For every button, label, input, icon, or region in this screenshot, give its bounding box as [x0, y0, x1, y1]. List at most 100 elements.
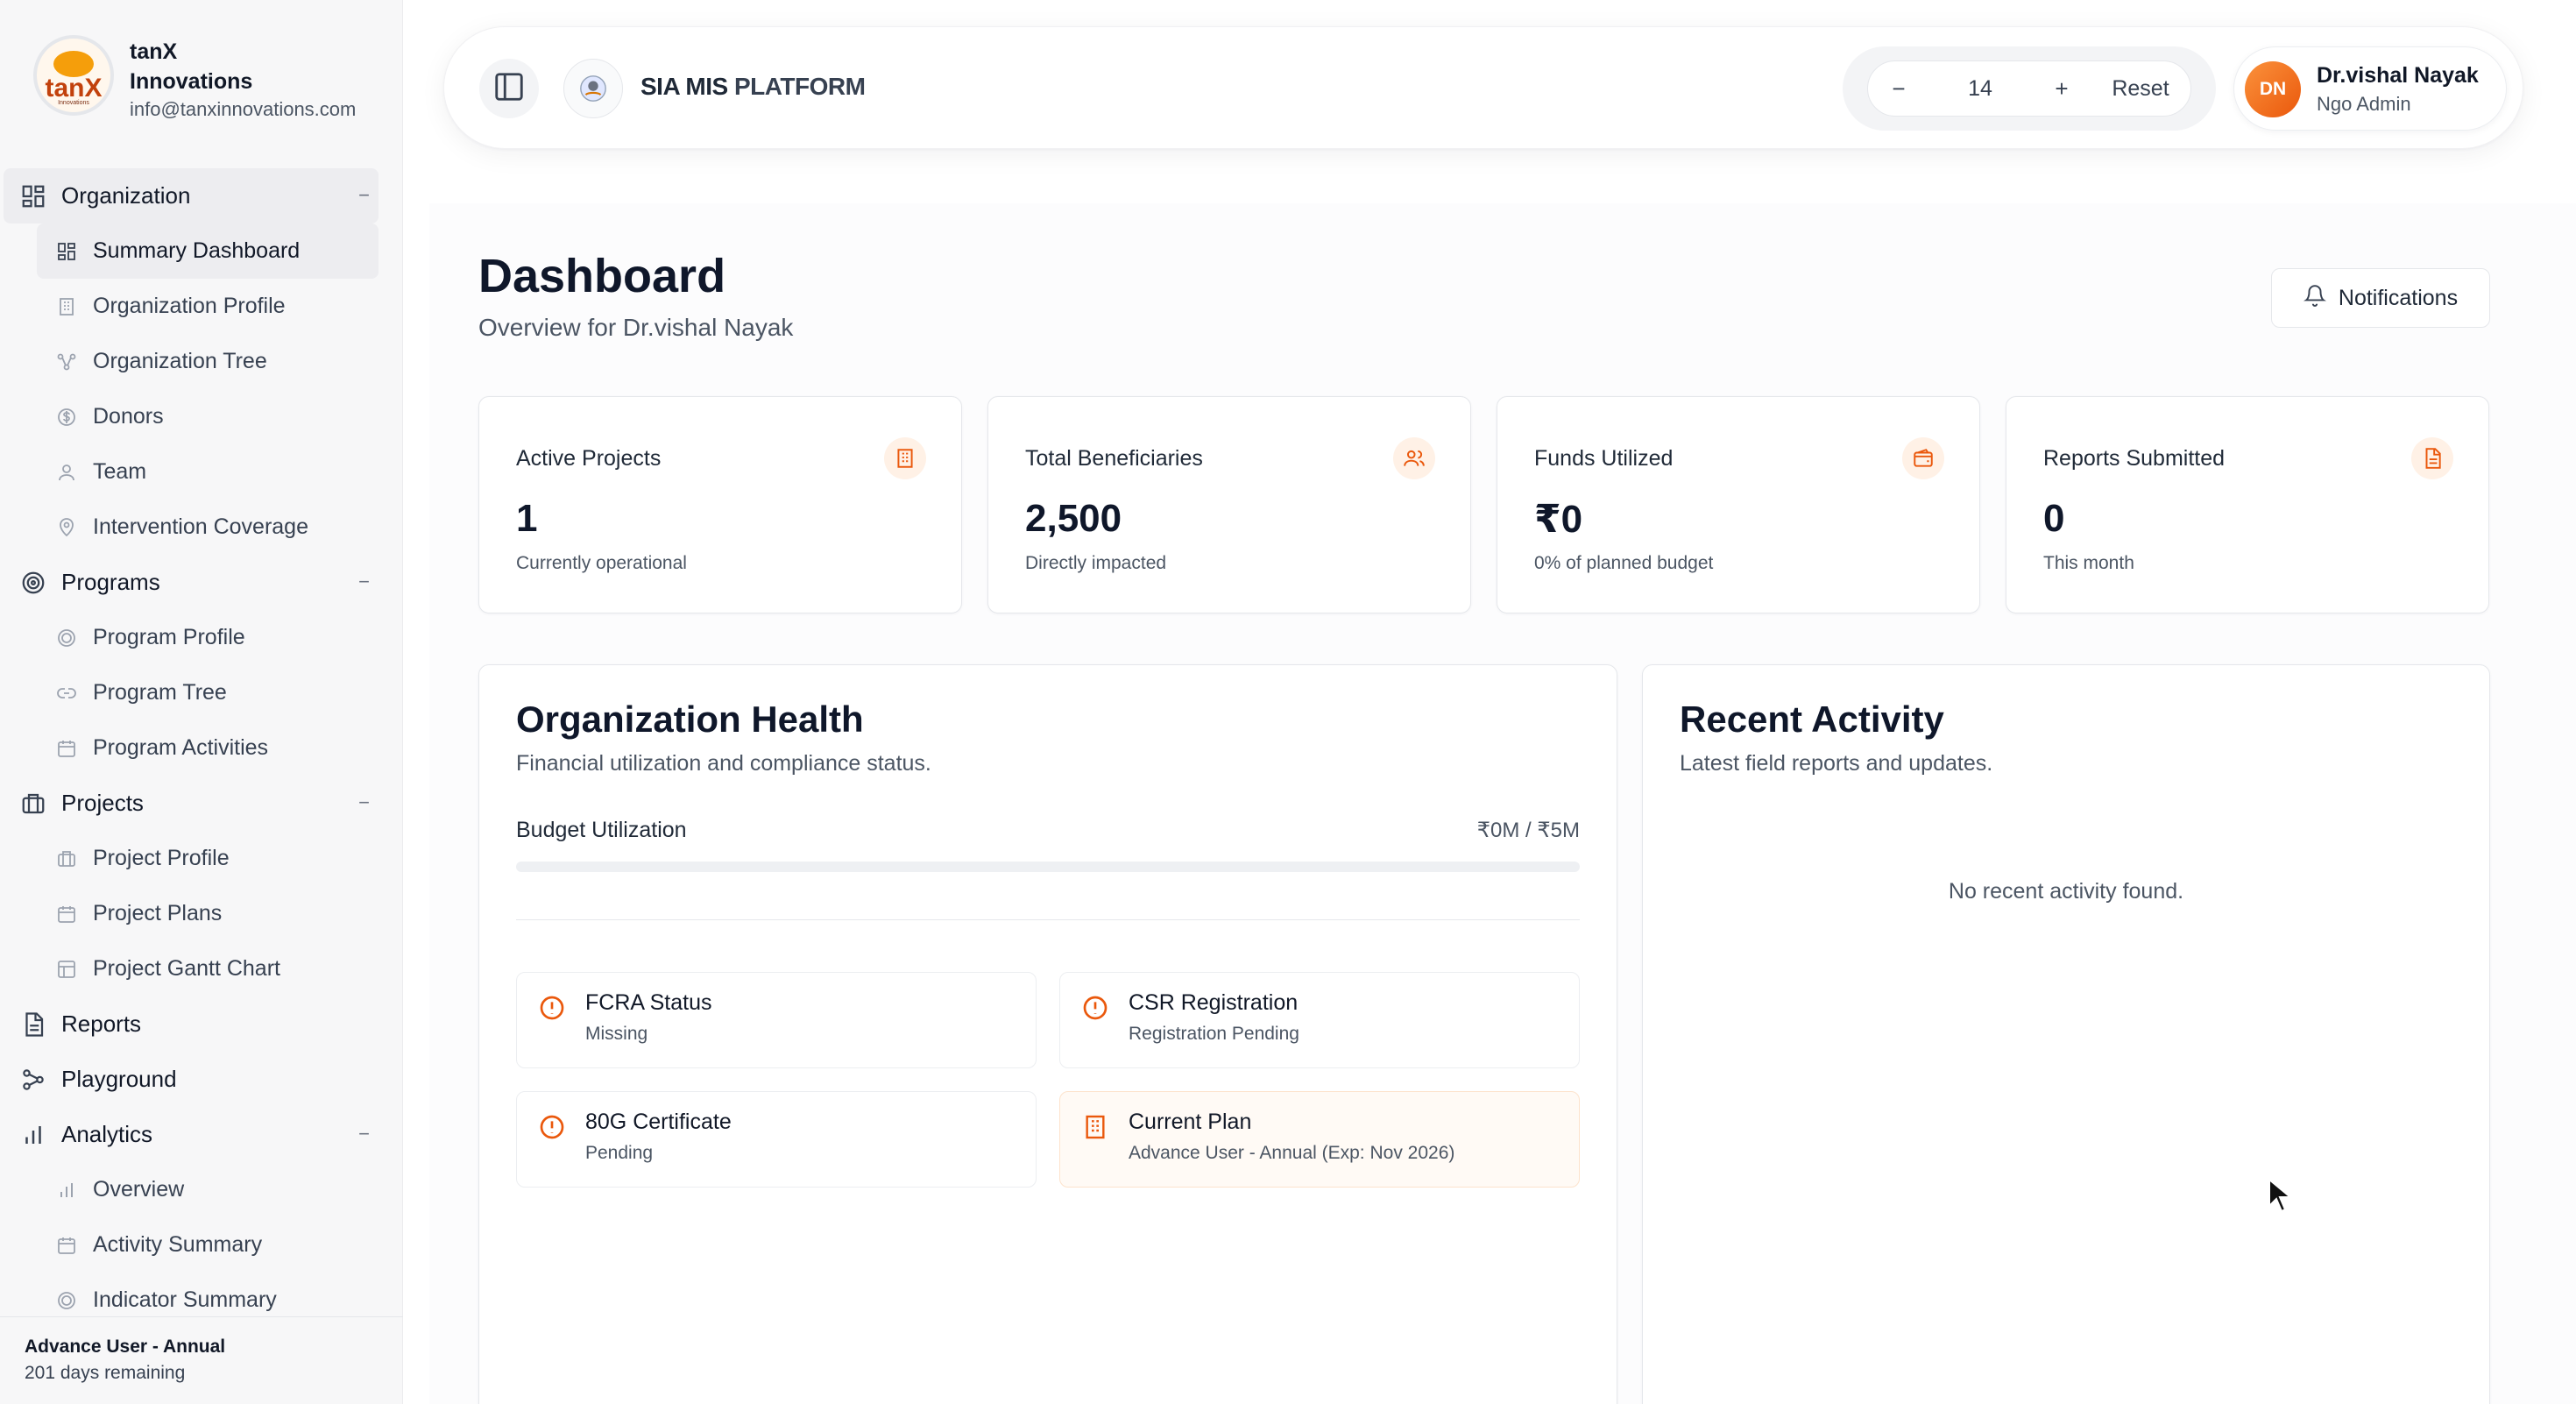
sidebar-item-team[interactable]: Team: [37, 444, 379, 500]
dashboard-icon: [54, 239, 79, 264]
workflow-icon: [18, 1064, 49, 1096]
org-name-line2: Innovations: [130, 69, 253, 94]
font-increase-button[interactable]: +: [2031, 75, 2092, 103]
collapse-icon[interactable]: −: [358, 791, 370, 814]
divider: [516, 919, 1580, 920]
collapse-icon[interactable]: −: [358, 184, 370, 207]
sidebar-item-program-activities[interactable]: Program Activities: [37, 720, 379, 776]
panel-subtitle: Latest field reports and updates.: [1680, 751, 1993, 776]
sidebar-item-organization-profile[interactable]: Organization Profile: [37, 279, 379, 334]
stat-card-funds-utilized: Funds Utilized ₹0 0% of planned budget: [1497, 396, 1980, 613]
sidebar-item-summary-dashboard[interactable]: Summary Dashboard: [37, 223, 379, 279]
calendar-icon: [54, 736, 79, 761]
calendar-icon: [54, 902, 79, 926]
stat-value: 2,500: [1025, 497, 1122, 540]
tree-icon: [54, 350, 79, 374]
mouse-cursor-icon: [2268, 1177, 2294, 1217]
budget-utilization-label: Budget Utilization: [516, 818, 687, 842]
font-size-value: 14: [1968, 75, 1992, 101]
sidebar-item-activity-summary[interactable]: Activity Summary: [37, 1217, 379, 1273]
panel-left-icon: [492, 70, 526, 108]
document-icon: [18, 1009, 49, 1040]
target-icon: [18, 567, 49, 599]
font-decrease-button[interactable]: −: [1868, 75, 1929, 103]
users-icon: [1393, 437, 1435, 479]
sidebar-item-intervention-coverage[interactable]: Intervention Coverage: [37, 500, 379, 555]
font-reset-button[interactable]: Reset: [2092, 76, 2189, 102]
user-role: Ngo Admin: [2317, 93, 2411, 115]
alert-circle-icon: [536, 992, 568, 1024]
table-icon: [54, 957, 79, 982]
current-plan-tile[interactable]: Current Plan Advance User - Annual (Exp:…: [1059, 1091, 1580, 1188]
alert-circle-icon: [536, 1111, 568, 1143]
stat-value: ₹0: [1534, 498, 1583, 541]
sidebar-item-project-profile[interactable]: Project Profile: [37, 831, 379, 886]
compliance-tile-fcra[interactable]: FCRA Status Missing: [516, 972, 1037, 1068]
user-name: Dr.vishal Nayak: [2317, 63, 2479, 88]
sidebar-section-analytics[interactable]: Analytics −: [0, 1107, 379, 1162]
org-brand[interactable]: tanX Innovations tanX Innovations info@t…: [33, 35, 356, 121]
notifications-button[interactable]: Notifications: [2271, 268, 2490, 328]
bell-icon: [2303, 284, 2326, 313]
sidebar-section-playground[interactable]: Playground: [0, 1052, 379, 1107]
calendar-icon: [54, 1233, 79, 1258]
stat-card-active-projects: Active Projects 1 Currently operational: [478, 396, 962, 613]
page-subtitle: Overview for Dr.vishal Nayak: [478, 314, 794, 341]
sidebar-item-donors[interactable]: Donors: [37, 389, 379, 444]
target-icon: [54, 626, 79, 650]
sidebar-nav: Organization − Summary Dashboard Organiz…: [0, 168, 403, 1328]
panel-title: Organization Health: [516, 698, 864, 740]
avatar: DN: [2245, 61, 2301, 117]
top-header: SIA MIS PLATFORM − 14 + Reset DN Dr.vish…: [443, 26, 2523, 149]
font-size-control: − 14 + Reset: [1843, 46, 2216, 131]
sidebar-item-project-plans[interactable]: Project Plans: [37, 886, 379, 941]
building-icon: [884, 437, 926, 479]
sidebar-item-organization-tree[interactable]: Organization Tree: [37, 334, 379, 389]
building-icon: [1079, 1111, 1111, 1143]
org-logo: tanX Innovations: [33, 35, 114, 116]
location-icon: [54, 515, 79, 540]
collapse-icon[interactable]: −: [358, 571, 370, 593]
bar-chart-icon: [54, 1178, 79, 1202]
sidebar-section-organization[interactable]: Organization −: [4, 168, 379, 223]
plan-title: Advance User - Annual: [25, 1337, 226, 1357]
recent-activity-panel: Recent Activity Latest field reports and…: [1642, 664, 2490, 1404]
stat-value: 0: [2043, 497, 2065, 540]
sidebar-section-reports[interactable]: Reports: [0, 996, 379, 1052]
sidebar: tanX Innovations tanX Innovations info@t…: [0, 0, 403, 1404]
org-name: tanX: [130, 39, 178, 64]
document-icon: [2411, 437, 2453, 479]
alert-circle-icon: [1079, 992, 1111, 1024]
target-icon: [54, 1288, 79, 1313]
platform-emblem: [563, 59, 623, 118]
plan-days-remaining: 201 days remaining: [25, 1363, 186, 1383]
empty-activity-message: No recent activity found.: [1948, 879, 2184, 904]
building-icon: [54, 294, 79, 319]
briefcase-icon: [54, 847, 79, 871]
platform-title: SIA MIS PLATFORM: [640, 73, 866, 100]
sidebar-section-projects[interactable]: Projects −: [0, 776, 379, 831]
sidebar-item-program-profile[interactable]: Program Profile: [37, 610, 379, 665]
grid-icon: [18, 181, 49, 212]
wallet-icon: [1902, 437, 1944, 479]
budget-progress-bar: [516, 862, 1580, 872]
sidebar-toggle-button[interactable]: [479, 59, 539, 118]
budget-utilization-value: ₹0M / ₹5M: [1476, 819, 1580, 842]
compliance-tile-80g[interactable]: 80G Certificate Pending: [516, 1091, 1037, 1188]
sidebar-item-project-gantt-chart[interactable]: Project Gantt Chart: [37, 941, 379, 996]
panel-subtitle: Financial utilization and compliance sta…: [516, 751, 931, 776]
sidebar-section-programs[interactable]: Programs −: [0, 555, 379, 610]
user-icon: [54, 460, 79, 485]
stat-value: 1: [516, 497, 538, 540]
bar-chart-icon: [18, 1119, 49, 1151]
sidebar-item-overview[interactable]: Overview: [37, 1162, 379, 1217]
user-menu[interactable]: DN Dr.vishal Nayak Ngo Admin: [2233, 46, 2507, 131]
collapse-icon[interactable]: −: [358, 1123, 370, 1145]
stat-card-reports-submitted: Reports Submitted 0 This month: [2006, 396, 2489, 613]
organization-health-panel: Organization Health Financial utilizatio…: [478, 664, 1617, 1404]
compliance-tile-csr[interactable]: CSR Registration Registration Pending: [1059, 972, 1580, 1068]
sidebar-item-program-tree[interactable]: Program Tree: [37, 665, 379, 720]
panel-title: Recent Activity: [1680, 698, 1944, 740]
stat-card-total-beneficiaries: Total Beneficiaries 2,500 Directly impac…: [987, 396, 1471, 613]
page-title: Dashboard: [478, 250, 726, 302]
